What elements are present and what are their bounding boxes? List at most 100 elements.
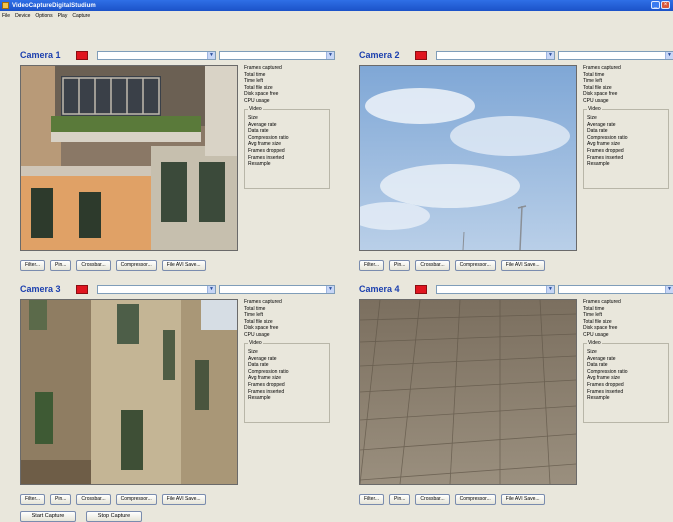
app-icon — [2, 2, 9, 9]
pin-button[interactable]: Pin... — [50, 260, 72, 271]
chevron-down-icon[interactable]: ▼ — [207, 52, 215, 59]
video-size-label: Size — [248, 115, 258, 121]
total-time-label: Total time — [583, 305, 605, 312]
pin-button[interactable]: Pin... — [50, 494, 72, 505]
total-time-label: Total time — [244, 71, 266, 78]
camera-button-row: Filter... Pin... Crossbar... Compressor.… — [359, 260, 545, 271]
filter-button[interactable]: Filter... — [20, 494, 46, 505]
video-format-select[interactable]: ▼ — [558, 51, 673, 60]
stop-capture-button[interactable]: Stop Capture — [86, 511, 142, 522]
resample-label: Resample — [587, 161, 610, 168]
video-device-select[interactable]: ▼ — [436, 285, 555, 294]
crossbar-button[interactable]: Crossbar... — [415, 494, 450, 505]
total-time-label: Total time — [244, 305, 266, 312]
video-stats-group: Video Size Average rate Data rate Compre… — [583, 106, 669, 189]
frames-inserted-label: Frames inserted — [248, 388, 285, 395]
video-stats-group: Video Size Average rate Data rate Compre… — [583, 340, 669, 423]
chevron-down-icon[interactable]: ▼ — [326, 286, 334, 293]
time-left-label: Time left — [244, 78, 263, 85]
menu-play[interactable]: Play — [58, 13, 68, 19]
file-avi-save-button[interactable]: File AVI Save... — [161, 494, 206, 505]
file-avi-save-button[interactable]: File AVI Save... — [500, 494, 545, 505]
minimize-icon[interactable]: _ — [651, 1, 660, 9]
avg-frame-size-label: Avg frame size — [587, 375, 620, 382]
pin-button[interactable]: Pin... — [389, 494, 411, 505]
cpu-usage-label: CPU usage — [244, 331, 270, 338]
crossbar-button[interactable]: Crossbar... — [76, 494, 111, 505]
video-device-select[interactable]: ▼ — [436, 51, 555, 60]
sky-image — [360, 66, 576, 250]
disk-space-free-label: Disk space free — [583, 91, 618, 98]
average-rate-label: Average rate — [248, 355, 277, 362]
chevron-down-icon[interactable]: ▼ — [326, 52, 334, 59]
camera-status-indicator — [76, 51, 88, 60]
chevron-down-icon[interactable]: ▼ — [546, 286, 554, 293]
video-group-title: Video — [587, 106, 602, 112]
chevron-down-icon[interactable]: ▼ — [546, 52, 554, 59]
video-preview-1 — [20, 65, 238, 251]
video-format-select[interactable]: ▼ — [219, 285, 335, 294]
camera-label: Camera 1 — [20, 50, 61, 60]
video-size-label: Size — [248, 349, 258, 355]
camera-panel-3: Camera 3 ▼ ▼ Frames captured Total time … — [0, 284, 335, 522]
paved-square-image — [360, 300, 576, 484]
menu-device[interactable]: Device — [15, 13, 30, 19]
capture-controls: Start Capture Stop Capture — [20, 511, 142, 522]
menu-capture[interactable]: Capture — [72, 13, 90, 19]
camera-label: Camera 4 — [359, 284, 400, 294]
average-rate-label: Average rate — [587, 121, 616, 128]
video-group-title: Video — [587, 340, 602, 346]
camera-label: Camera 2 — [359, 50, 400, 60]
total-time-label: Total time — [583, 71, 605, 78]
camera-panel-1: Camera 1 ▼ ▼ Frames captured Total time … — [0, 50, 335, 290]
building-facade-image — [21, 300, 237, 484]
disk-space-free-label: Disk space free — [583, 325, 618, 332]
compressor-button[interactable]: Compressor... — [115, 260, 157, 271]
capture-stats: Frames captured Total time Time left Tot… — [240, 299, 338, 487]
cpu-usage-label: CPU usage — [583, 331, 609, 338]
resample-label: Resample — [248, 161, 271, 168]
crossbar-button[interactable]: Crossbar... — [76, 260, 111, 271]
video-group-title: Video — [248, 340, 263, 346]
video-device-select[interactable]: ▼ — [97, 51, 216, 60]
chevron-down-icon[interactable]: ▼ — [207, 286, 215, 293]
video-format-select[interactable]: ▼ — [558, 285, 673, 294]
chevron-down-icon[interactable]: ▼ — [665, 286, 673, 293]
compressor-button[interactable]: Compressor... — [115, 494, 157, 505]
file-avi-save-button[interactable]: File AVI Save... — [500, 260, 545, 271]
filter-button[interactable]: Filter... — [359, 260, 385, 271]
close-icon[interactable]: × — [661, 1, 670, 9]
frames-inserted-label: Frames inserted — [587, 154, 624, 161]
chevron-down-icon[interactable]: ▼ — [665, 52, 673, 59]
title-bar[interactable]: VideoCaptureDigitalStudium _ × — [0, 0, 673, 11]
filter-button[interactable]: Filter... — [359, 494, 385, 505]
data-rate-label: Data rate — [248, 362, 269, 369]
data-rate-label: Data rate — [248, 128, 269, 135]
video-preview-2 — [359, 65, 577, 251]
video-preview-3 — [20, 299, 238, 485]
compression-ratio-label: Compression ratio — [587, 368, 628, 375]
total-file-size-label: Total file size — [583, 84, 612, 91]
start-capture-button[interactable]: Start Capture — [20, 511, 76, 522]
cpu-usage-label: CPU usage — [244, 97, 270, 104]
file-avi-save-button[interactable]: File AVI Save... — [161, 260, 206, 271]
menu-file[interactable]: File — [2, 13, 10, 19]
compressor-button[interactable]: Compressor... — [454, 260, 496, 271]
frames-dropped-label: Frames dropped — [587, 381, 624, 388]
video-device-select[interactable]: ▼ — [97, 285, 216, 294]
camera-panel-2: Camera 2 ▼ ▼ Frames captured Total time … — [339, 50, 673, 290]
resample-label: Resample — [248, 395, 271, 402]
video-preview-4 — [359, 299, 577, 485]
menu-options[interactable]: Options — [35, 13, 52, 19]
video-format-select[interactable]: ▼ — [219, 51, 335, 60]
pin-button[interactable]: Pin... — [389, 260, 411, 271]
filter-button[interactable]: Filter... — [20, 260, 46, 271]
frames-inserted-label: Frames inserted — [587, 388, 624, 395]
venice-balcony-image — [21, 66, 237, 250]
frames-dropped-label: Frames dropped — [248, 147, 285, 154]
camera-status-indicator — [76, 285, 88, 294]
window-title: VideoCaptureDigitalStudium — [12, 2, 96, 9]
compressor-button[interactable]: Compressor... — [454, 494, 496, 505]
video-size-label: Size — [587, 349, 597, 355]
crossbar-button[interactable]: Crossbar... — [415, 260, 450, 271]
